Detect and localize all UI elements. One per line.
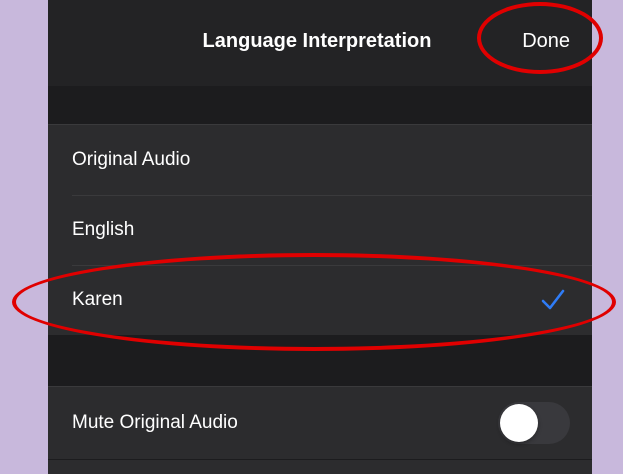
language-options-list: Original Audio English Karen [48, 124, 592, 335]
mute-original-audio-label: Mute Original Audio [72, 412, 238, 433]
option-label: Original Audio [72, 149, 191, 170]
audio-settings-list: Mute Original Audio [48, 386, 592, 459]
option-karen[interactable]: Karen [48, 265, 592, 335]
toggle-knob [500, 404, 538, 442]
option-label: English [72, 219, 135, 240]
navigation-bar: Language Interpretation Done [48, 0, 592, 86]
language-interpretation-screen: Language Interpretation Done Original Au… [48, 0, 592, 474]
done-button[interactable]: Done [522, 30, 570, 53]
option-original-audio[interactable]: Original Audio [48, 125, 592, 195]
mute-original-audio-row: Mute Original Audio [48, 387, 592, 459]
next-row-partial [48, 459, 592, 474]
checkmark-icon [541, 289, 565, 310]
mute-original-audio-toggle[interactable] [498, 402, 570, 444]
page-title: Language Interpretation [202, 30, 432, 52]
option-label: Karen [72, 289, 123, 310]
option-english[interactable]: English [48, 195, 592, 265]
